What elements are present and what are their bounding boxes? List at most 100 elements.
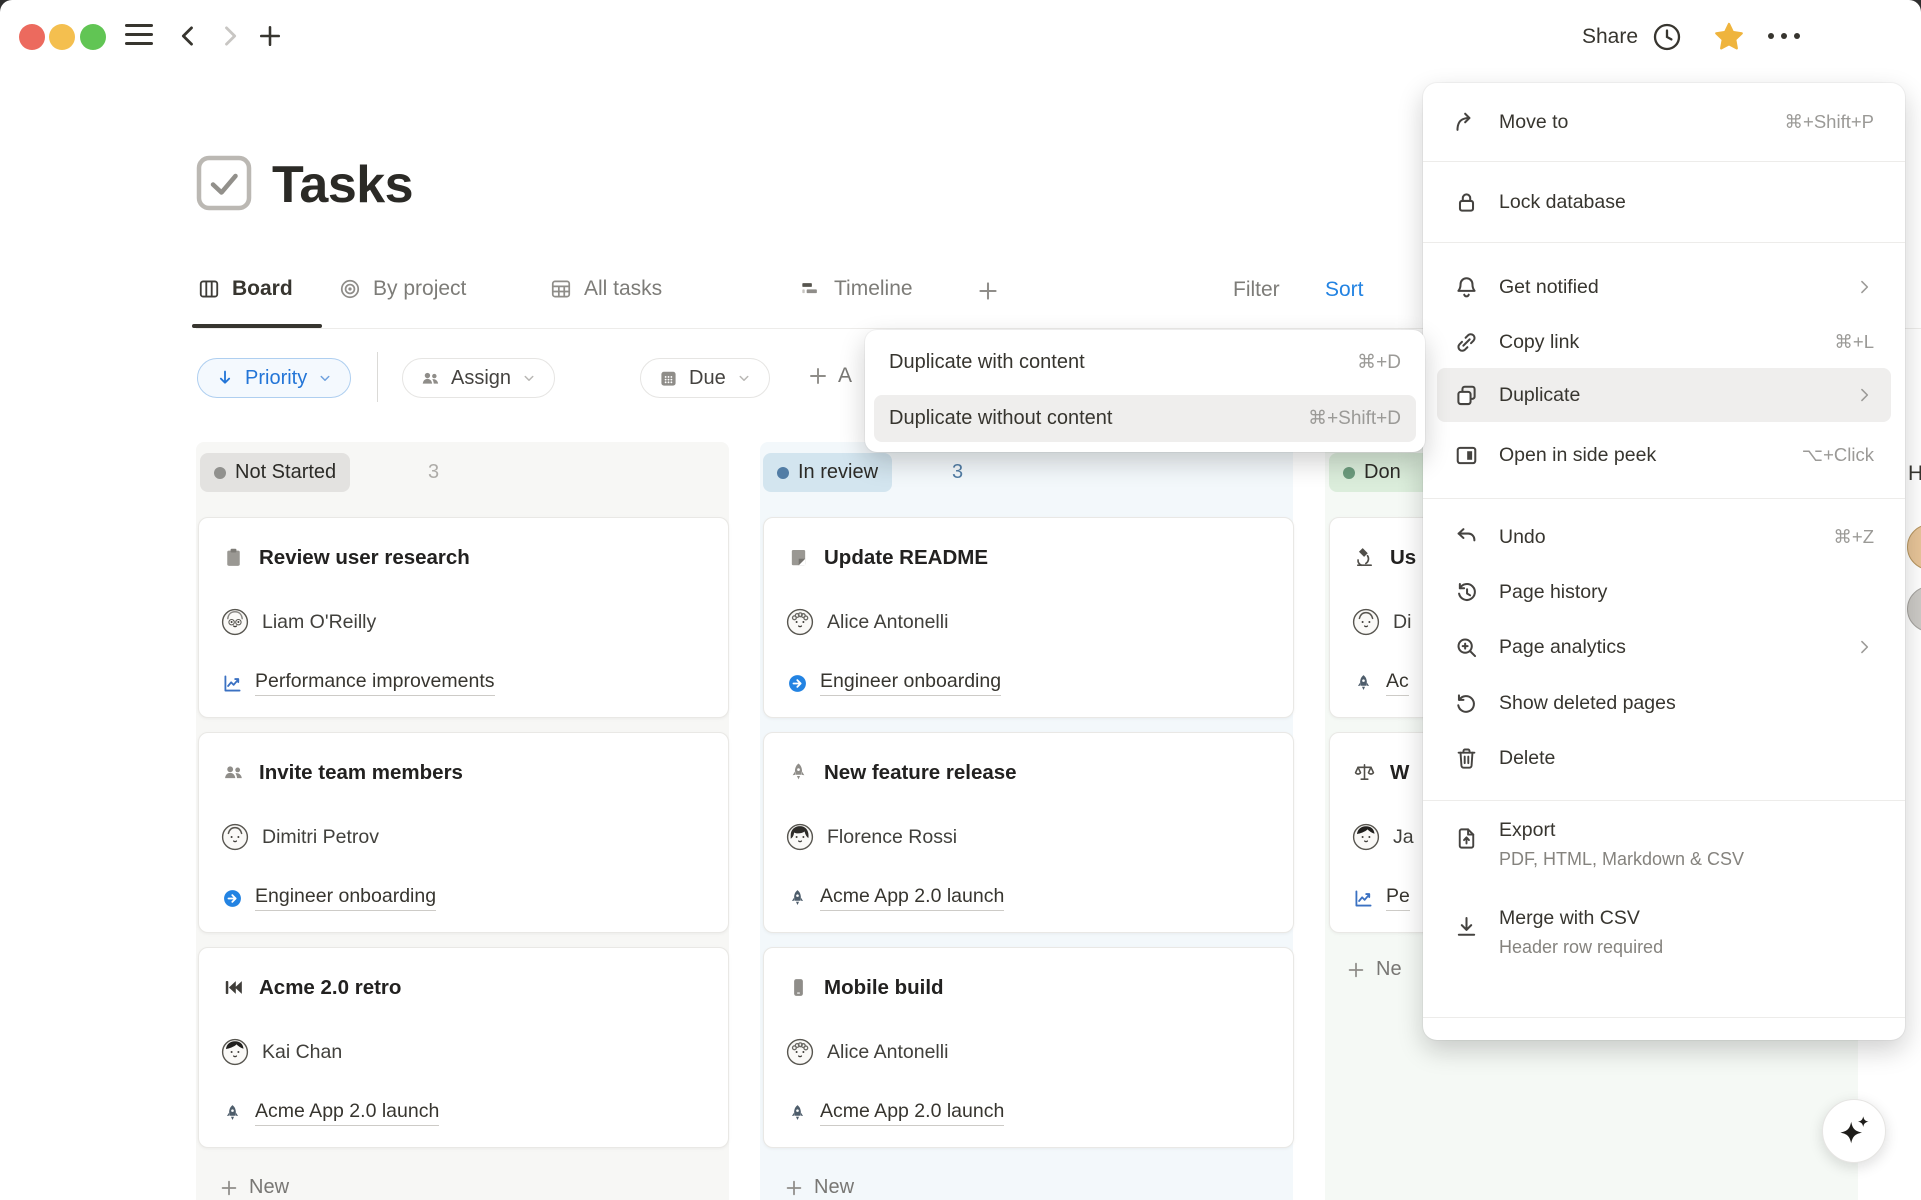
export-icon — [1453, 825, 1480, 852]
menu-shortcut: ⌘+Z — [1833, 526, 1874, 548]
card-person: Alice Antonelli — [827, 1041, 948, 1064]
card-link[interactable]: Ac — [1386, 670, 1409, 696]
menu-item-open-side-peek[interactable]: Open in side peek ⌥+Click — [1437, 428, 1891, 482]
rocket-icon — [1352, 672, 1375, 695]
move-to-icon — [1453, 109, 1480, 136]
menu-label: Delete — [1499, 747, 1891, 770]
card-title: Mobile build — [824, 976, 944, 1000]
column-count: 3 — [952, 461, 963, 484]
card-link[interactable]: Acme App 2.0 launch — [820, 1100, 1004, 1126]
menu-label: Open in side peek — [1499, 444, 1802, 467]
new-task-button[interactable]: New — [783, 1176, 854, 1199]
rocket-icon — [786, 1102, 809, 1125]
menu-item-lock-database[interactable]: Lock database — [1437, 175, 1891, 229]
card-person: Alice Antonelli — [827, 611, 948, 634]
menu-label: Duplicate with content — [889, 351, 1357, 374]
menu-item-duplicate[interactable]: Duplicate — [1437, 368, 1891, 422]
task-card[interactable]: Mobile build Alice Antonelli Acme App 2.… — [763, 947, 1294, 1148]
task-card[interactable]: Update README Alice Antonelli Engineer o… — [763, 517, 1294, 718]
column-name: Don — [1364, 461, 1401, 484]
menu-item-delete[interactable]: Delete — [1437, 731, 1891, 785]
avatar — [1352, 823, 1380, 851]
card-link[interactable]: Performance improvements — [255, 670, 495, 696]
avatar — [1352, 608, 1380, 636]
chevron-right-icon — [1854, 385, 1874, 405]
menu-item-export[interactable]: Export PDF, HTML, Markdown & CSV — [1437, 819, 1891, 887]
card-person: Liam O'Reilly — [262, 611, 376, 634]
menu-divider — [1423, 161, 1905, 162]
menu-item-merge-with-csv[interactable]: Merge with CSV Header row required — [1437, 907, 1891, 975]
task-card[interactable]: Review user research Liam O'Reilly Perfo… — [198, 517, 729, 718]
plus-icon — [218, 1177, 240, 1199]
card-link[interactable]: Engineer onboarding — [255, 885, 436, 911]
avatar — [786, 823, 814, 851]
task-card[interactable]: Invite team members Dimitri Petrov Engin… — [198, 732, 729, 933]
link-icon — [1453, 329, 1480, 356]
task-card[interactable]: Acme 2.0 retro Kai Chan Acme App 2.0 lau… — [198, 947, 729, 1148]
card-link[interactable]: Engineer onboarding — [820, 670, 1001, 696]
menu-divider — [1423, 242, 1905, 243]
app-window: Share Tasks Board By project All tasks T… — [0, 0, 1921, 1200]
menu-shortcut: ⌥+Click — [1802, 444, 1874, 466]
menu-shortcut: ⌘+D — [1357, 351, 1401, 374]
menu-divider — [1423, 800, 1905, 801]
column-name: In review — [798, 461, 878, 484]
card-title: Acme 2.0 retro — [259, 976, 401, 1000]
bell-icon — [1453, 274, 1480, 301]
card-link[interactable]: Pe — [1386, 885, 1410, 911]
card-title: Invite team members — [259, 761, 463, 785]
submenu-item-duplicate-without-content[interactable]: Duplicate without content ⌘+Shift+D — [874, 395, 1416, 442]
menu-shortcut: ⌘+L — [1834, 331, 1874, 353]
card-person: Dimitri Petrov — [262, 826, 379, 849]
clipboard-icon — [221, 545, 246, 570]
download-icon — [1453, 913, 1480, 940]
menu-item-get-notified[interactable]: Get notified — [1437, 260, 1891, 314]
menu-divider — [1423, 498, 1905, 499]
rocket-icon — [786, 887, 809, 910]
microscope-icon — [1352, 545, 1377, 570]
menu-item-page-analytics[interactable]: Page analytics — [1437, 620, 1891, 674]
sparkle-icon — [1836, 1113, 1872, 1149]
new-task-button[interactable]: Ne — [1345, 958, 1402, 981]
rewind-icon — [221, 975, 246, 1000]
column-header-in-review[interactable]: In review — [763, 453, 892, 492]
duplicate-submenu: Duplicate with content ⌘+D Duplicate wit… — [865, 330, 1425, 452]
menu-label: Export — [1499, 819, 1744, 842]
avatar — [221, 608, 249, 636]
trash-icon — [1453, 745, 1480, 772]
menu-label: Get notified — [1499, 276, 1854, 299]
menu-label: Move to — [1499, 111, 1785, 134]
column-header-not-started[interactable]: Not Started — [200, 453, 350, 492]
card-title: W — [1390, 761, 1409, 785]
scales-icon — [1352, 760, 1377, 785]
column-name: Not Started — [235, 461, 336, 484]
card-person: Ja — [1393, 826, 1414, 849]
menu-item-page-history[interactable]: Page history — [1437, 565, 1891, 619]
avatar — [1907, 586, 1921, 632]
magnifier-plus-icon — [1453, 634, 1480, 661]
phone-icon — [786, 975, 811, 1000]
card-link[interactable]: Acme App 2.0 launch — [820, 885, 1004, 911]
new-label: New — [814, 1176, 854, 1199]
menu-label: Duplicate — [1499, 384, 1854, 407]
menu-label: Page history — [1499, 581, 1891, 604]
menu-item-show-deleted-pages[interactable]: Show deleted pages — [1437, 676, 1891, 730]
arrow-circle-icon — [786, 672, 809, 695]
menu-item-copy-link[interactable]: Copy link ⌘+L — [1437, 315, 1891, 369]
status-dot — [777, 467, 789, 479]
menu-shortcut: ⌘+Shift+D — [1308, 407, 1401, 430]
ai-assistant-button[interactable] — [1822, 1099, 1886, 1163]
card-person: Florence Rossi — [827, 826, 957, 849]
menu-divider — [1423, 1017, 1905, 1018]
menu-item-move-to[interactable]: Move to ⌘+Shift+P — [1437, 95, 1891, 149]
menu-label: Show deleted pages — [1499, 692, 1891, 715]
task-card[interactable]: New feature release Florence Rossi Acme … — [763, 732, 1294, 933]
arrow-circle-icon — [221, 887, 244, 910]
new-task-button[interactable]: New — [218, 1176, 289, 1199]
status-dot — [1343, 467, 1355, 479]
submenu-item-duplicate-with-content[interactable]: Duplicate with content ⌘+D — [874, 339, 1416, 386]
card-link[interactable]: Acme App 2.0 launch — [255, 1100, 439, 1126]
card-title: Update README — [824, 546, 988, 570]
menu-item-undo[interactable]: Undo ⌘+Z — [1437, 510, 1891, 564]
avatar — [786, 1038, 814, 1066]
